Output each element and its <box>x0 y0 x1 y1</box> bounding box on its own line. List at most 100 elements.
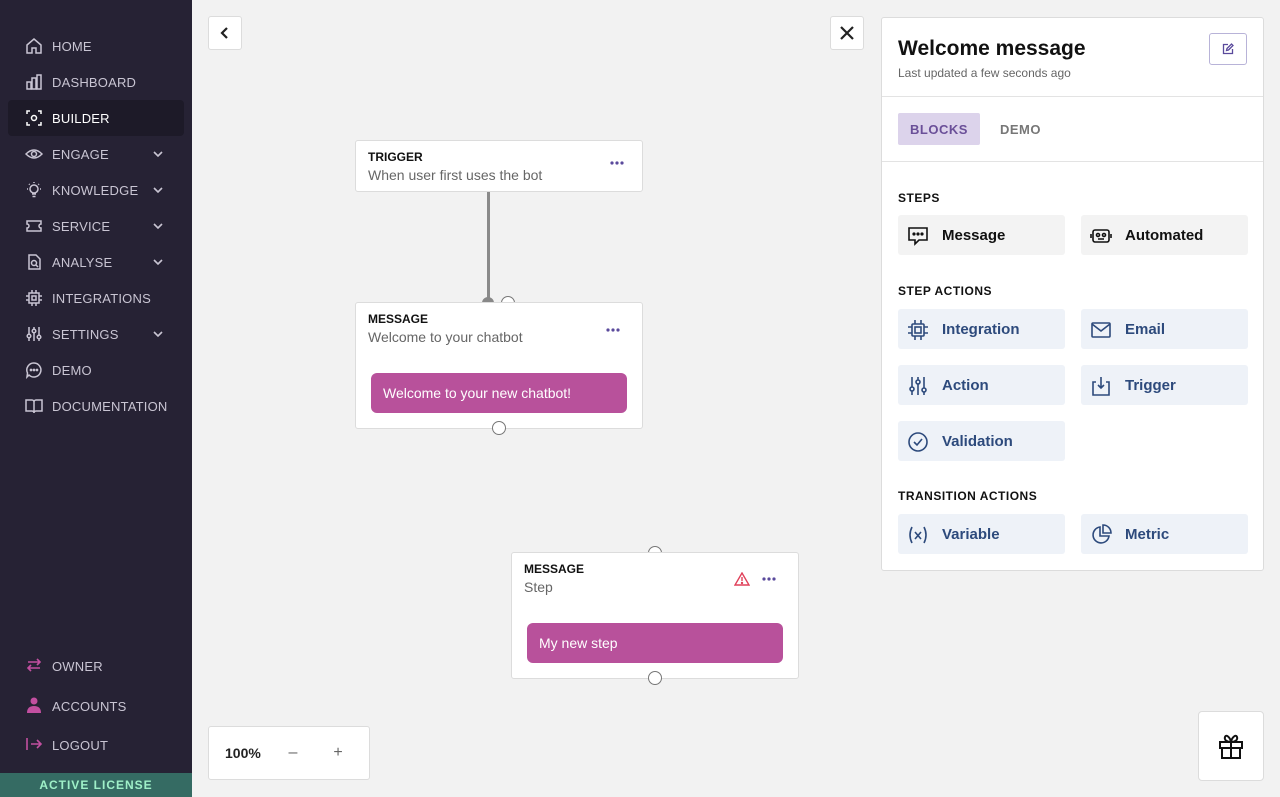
block-label: Variable <box>942 525 1000 543</box>
sidebar-item-owner[interactable]: OWNER <box>0 647 192 687</box>
divider <box>882 96 1263 97</box>
node-subtitle: Welcome to your chatbot <box>368 329 523 345</box>
analyse-icon <box>28 254 41 270</box>
lightbulb-icon <box>27 182 41 198</box>
tap-icon <box>1092 377 1110 396</box>
sidebar-item-demo[interactable]: DEMO <box>0 352 192 388</box>
trigger-node[interactable]: TRIGGER When user first uses the bot <box>355 140 643 192</box>
user-icon <box>27 697 41 713</box>
zoom-out-button[interactable]: – <box>281 741 305 765</box>
message-node[interactable]: MESSAGE Step My new step <box>511 552 799 679</box>
sliders-icon <box>26 327 42 341</box>
sidebar-item-label: KNOWLEDGE <box>52 182 139 198</box>
message-node[interactable]: MESSAGE Welcome to your chatbot Welcome … <box>355 302 643 429</box>
gift-icon <box>1219 734 1243 759</box>
block-label: Integration <box>942 320 1020 338</box>
sidebar-item-label: HOME <box>52 38 92 54</box>
node-subtitle: When user first uses the bot <box>368 167 543 183</box>
message-bubble[interactable]: Welcome to your new chatbot! <box>371 373 627 413</box>
gift-button[interactable] <box>1198 711 1264 781</box>
home-icon <box>26 38 42 54</box>
chevron-down-icon[interactable] <box>152 148 164 160</box>
block-label: Metric <box>1125 525 1170 543</box>
sidebar-item-label: DOCUMENTATION <box>52 398 168 414</box>
zoom-level: 100% <box>225 745 261 761</box>
sidebar-item-integrations[interactable]: INTEGRATIONS <box>0 280 192 316</box>
block-integration[interactable]: Integration <box>898 309 1065 349</box>
block-email[interactable]: Email <box>1081 309 1248 349</box>
last-updated-text: Last updated a few seconds ago <box>898 66 1071 80</box>
output-port[interactable] <box>648 671 662 685</box>
sidebar-item-label: SETTINGS <box>52 326 119 342</box>
edit-icon <box>1222 43 1234 55</box>
panel-title: Welcome message <box>898 37 1086 60</box>
more-options-icon[interactable] <box>605 325 621 335</box>
chevron-down-icon[interactable] <box>152 256 164 268</box>
chevron-down-icon[interactable] <box>152 184 164 196</box>
check-circle-icon <box>908 432 928 452</box>
zoom-control: 100% – + <box>208 726 370 780</box>
node-type-label: MESSAGE <box>524 562 585 576</box>
block-action[interactable]: Action <box>898 365 1065 405</box>
swap-icon <box>26 658 42 672</box>
sidebar-item-builder[interactable]: BUILDER <box>8 100 184 136</box>
sidebar-item-settings[interactable]: SETTINGS <box>0 316 192 352</box>
blocks-panel: Welcome message Last updated a few secon… <box>881 17 1264 571</box>
sidebar-bottom-nav: OWNER ACCOUNTS LOGOUT <box>0 647 192 766</box>
sidebar-item-label: OWNER <box>52 659 103 675</box>
message-bubble[interactable]: My new step <box>527 623 783 663</box>
sidebar-item-analyse[interactable]: ANALYSE <box>0 244 192 280</box>
node-subtitle: Step <box>524 579 553 595</box>
edit-button[interactable] <box>1209 33 1247 65</box>
block-metric[interactable]: Metric <box>1081 514 1248 554</box>
sidebar-item-label: LOGOUT <box>52 738 109 754</box>
block-label: Email <box>1125 320 1166 338</box>
block-label: Validation <box>942 432 1013 450</box>
block-automated[interactable]: Automated <box>1081 215 1248 255</box>
sidebar-item-label: INTEGRATIONS <box>52 290 151 306</box>
chevron-down-icon[interactable] <box>152 328 164 340</box>
back-button[interactable] <box>208 16 242 50</box>
sidebar-item-engage[interactable]: ENGAGE <box>0 136 192 172</box>
close-icon <box>840 26 854 40</box>
block-variable[interactable]: Variable <box>898 514 1065 554</box>
warning-icon[interactable] <box>734 572 750 586</box>
chevron-down-icon[interactable] <box>152 220 164 232</box>
close-button[interactable] <box>830 16 864 50</box>
builder-icon <box>26 110 42 126</box>
license-status: ACTIVE LICENSE <box>0 773 192 797</box>
more-options-icon[interactable] <box>609 158 625 168</box>
pie-chart-icon <box>1092 524 1112 544</box>
sidebar-item-label: DEMO <box>52 362 92 378</box>
block-label: Action <box>942 376 989 394</box>
sidebar-item-label: DASHBOARD <box>52 74 137 90</box>
sidebar-item-service[interactable]: SERVICE <box>0 208 192 244</box>
sliders-icon <box>909 377 927 395</box>
zoom-in-button[interactable]: + <box>326 741 350 765</box>
chip-icon <box>26 290 42 306</box>
sidebar-item-label: SERVICE <box>52 218 111 234</box>
chat-bubble-icon <box>25 362 42 379</box>
block-message[interactable]: Message <box>898 215 1065 255</box>
output-port[interactable] <box>492 421 506 435</box>
sidebar-item-label: ENGAGE <box>52 146 109 162</box>
block-validation[interactable]: Validation <box>898 421 1065 461</box>
sidebar-item-documentation[interactable]: DOCUMENTATION <box>0 388 192 424</box>
sidebar-item-logout[interactable]: LOGOUT <box>0 726 192 766</box>
sidebar-item-dashboard[interactable]: DASHBOARD <box>0 64 192 100</box>
sidebar-item-home[interactable]: HOME <box>0 28 192 64</box>
sidebar-item-knowledge[interactable]: KNOWLEDGE <box>0 172 192 208</box>
sidebar-item-accounts[interactable]: ACCOUNTS <box>0 687 192 727</box>
more-options-icon[interactable] <box>761 574 777 584</box>
block-trigger[interactable]: Trigger <box>1081 365 1248 405</box>
robot-icon <box>1090 229 1112 243</box>
book-icon <box>25 399 43 414</box>
divider <box>882 161 1263 162</box>
mail-icon <box>1091 322 1111 338</box>
sidebar-item-label: BUILDER <box>52 110 110 126</box>
block-label: Message <box>942 226 1006 244</box>
tab-demo[interactable]: DEMO <box>988 113 1053 145</box>
block-label: Automated <box>1125 226 1204 244</box>
tab-blocks[interactable]: BLOCKS <box>898 113 980 145</box>
sidebar: HOME DASHBOARD BUILDER ENGAGE KNOWLEDGE … <box>0 0 192 797</box>
